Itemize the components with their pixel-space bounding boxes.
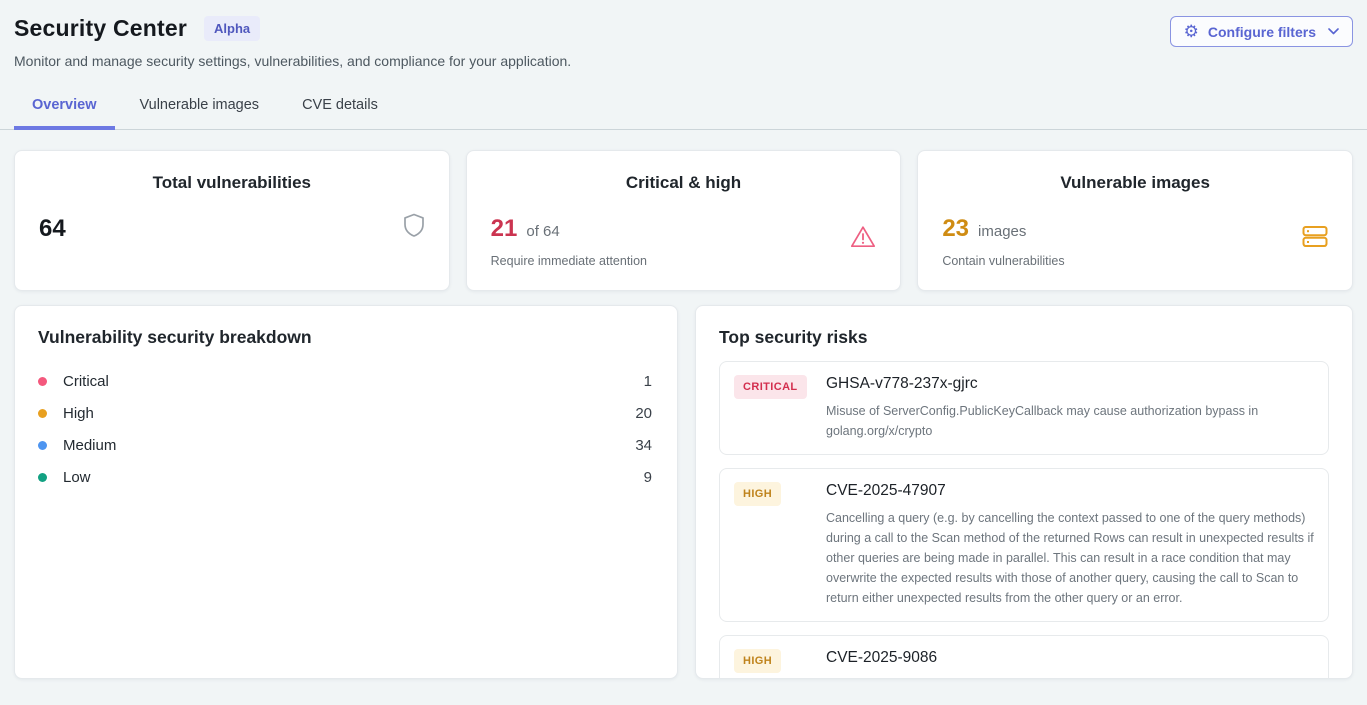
- tab-bar: Overview Vulnerable images CVE details: [0, 90, 1367, 130]
- page-header: Security Center Alpha: [14, 15, 1353, 42]
- card-value-row: 23 images: [942, 215, 1328, 243]
- critical-high-subtitle: Require immediate attention: [491, 254, 877, 268]
- risk-id: CVE-2025-47907: [826, 482, 1314, 500]
- severity-column: HIGH: [734, 649, 814, 673]
- page-subtitle: Monitor and manage security settings, vu…: [14, 53, 1353, 69]
- shield-icon: [403, 213, 425, 238]
- configure-filters-label: Configure filters: [1208, 24, 1316, 40]
- legend-row-high: High 20: [38, 397, 654, 429]
- server-icon: [1302, 225, 1328, 248]
- critical-high-value: 21: [491, 215, 518, 243]
- risks-panel-title: Top security risks: [719, 327, 1329, 348]
- risk-body: GHSA-v778-237x-gjrc Misuse of ServerConf…: [826, 375, 1314, 441]
- critical-dot-icon: [38, 377, 47, 386]
- risk-body: CVE-2025-47907 Cancelling a query (e.g. …: [826, 482, 1314, 608]
- legend-label: Medium: [63, 437, 116, 454]
- total-vulnerabilities-value: 64: [39, 215, 66, 243]
- tab-cve-details[interactable]: CVE details: [284, 90, 396, 130]
- legend-row-medium: Medium 34: [38, 429, 654, 461]
- warning-triangle-icon: [850, 225, 876, 249]
- legend-value: 1: [644, 373, 654, 390]
- vulnerable-images-subtitle: Contain vulnerabilities: [942, 254, 1328, 268]
- medium-dot-icon: [38, 441, 47, 450]
- alpha-badge: Alpha: [204, 16, 260, 41]
- severity-legend: Critical 1 High 20 Medium 34 Low 9: [38, 365, 654, 493]
- low-dot-icon: [38, 473, 47, 482]
- risk-body: CVE-2025-9086: [826, 649, 1314, 673]
- legend-value: 9: [644, 469, 654, 486]
- legend-row-low: Low 9: [38, 461, 654, 493]
- severity-column: HIGH: [734, 482, 814, 608]
- card-value-row: 64: [39, 215, 425, 243]
- vulnerable-images-value: 23: [942, 215, 969, 243]
- bottom-panels-row: Vulnerability security breakdown Critica…: [14, 305, 1353, 679]
- card-title: Total vulnerabilities: [39, 173, 425, 193]
- breakdown-panel-title: Vulnerability security breakdown: [38, 327, 654, 348]
- card-critical-high: Critical & high 21 of 64 Require immedia…: [466, 150, 902, 291]
- high-dot-icon: [38, 409, 47, 418]
- tab-vulnerable-images[interactable]: Vulnerable images: [122, 90, 278, 130]
- legend-label: High: [63, 405, 94, 422]
- risk-id: GHSA-v778-237x-gjrc: [826, 375, 1314, 393]
- card-total-vulnerabilities: Total vulnerabilities 64: [14, 150, 450, 291]
- severity-column: CRITICAL: [734, 375, 814, 441]
- card-title: Critical & high: [491, 173, 877, 193]
- severity-badge-high: HIGH: [734, 649, 781, 673]
- severity-badge-critical: CRITICAL: [734, 375, 807, 399]
- configure-filters-button[interactable]: ⚙ Configure filters: [1170, 16, 1353, 47]
- card-value-row: 21 of 64: [491, 215, 877, 243]
- vulnerability-breakdown-panel: Vulnerability security breakdown Critica…: [14, 305, 678, 679]
- gear-icon: ⚙: [1184, 23, 1199, 40]
- card-vulnerable-images: Vulnerable images 23 images Contain vuln…: [917, 150, 1353, 291]
- legend-label: Critical: [63, 373, 109, 390]
- legend-label: Low: [63, 469, 91, 486]
- risk-description: Cancelling a query (e.g. by cancelling t…: [826, 508, 1314, 608]
- top-security-risks-panel: Top security risks CRITICAL GHSA-v778-23…: [695, 305, 1353, 679]
- legend-value: 20: [635, 405, 654, 422]
- card-title: Vulnerable images: [942, 173, 1328, 193]
- risk-item-cve-2025-9086[interactable]: HIGH CVE-2025-9086: [719, 635, 1329, 679]
- security-center-page: Security Center Alpha ⚙ Configure filter…: [0, 0, 1367, 679]
- legend-value: 34: [635, 437, 654, 454]
- risk-description: Misuse of ServerConfig.PublicKeyCallback…: [826, 401, 1314, 441]
- risk-item-cve-2025-47907[interactable]: HIGH CVE-2025-47907 Cancelling a query (…: [719, 468, 1329, 622]
- risk-item-ghsa-v778[interactable]: CRITICAL GHSA-v778-237x-gjrc Misuse of S…: [719, 361, 1329, 455]
- summary-cards-row: Total vulnerabilities 64 Critical & high…: [14, 150, 1353, 291]
- risk-id: CVE-2025-9086: [826, 649, 1314, 667]
- vulnerable-images-suffix: images: [978, 223, 1026, 240]
- page-title: Security Center: [14, 15, 187, 42]
- tab-overview[interactable]: Overview: [14, 90, 115, 130]
- severity-badge-high: HIGH: [734, 482, 781, 506]
- chevron-down-icon: [1328, 28, 1339, 35]
- critical-high-suffix: of 64: [526, 223, 559, 240]
- legend-row-critical: Critical 1: [38, 365, 654, 397]
